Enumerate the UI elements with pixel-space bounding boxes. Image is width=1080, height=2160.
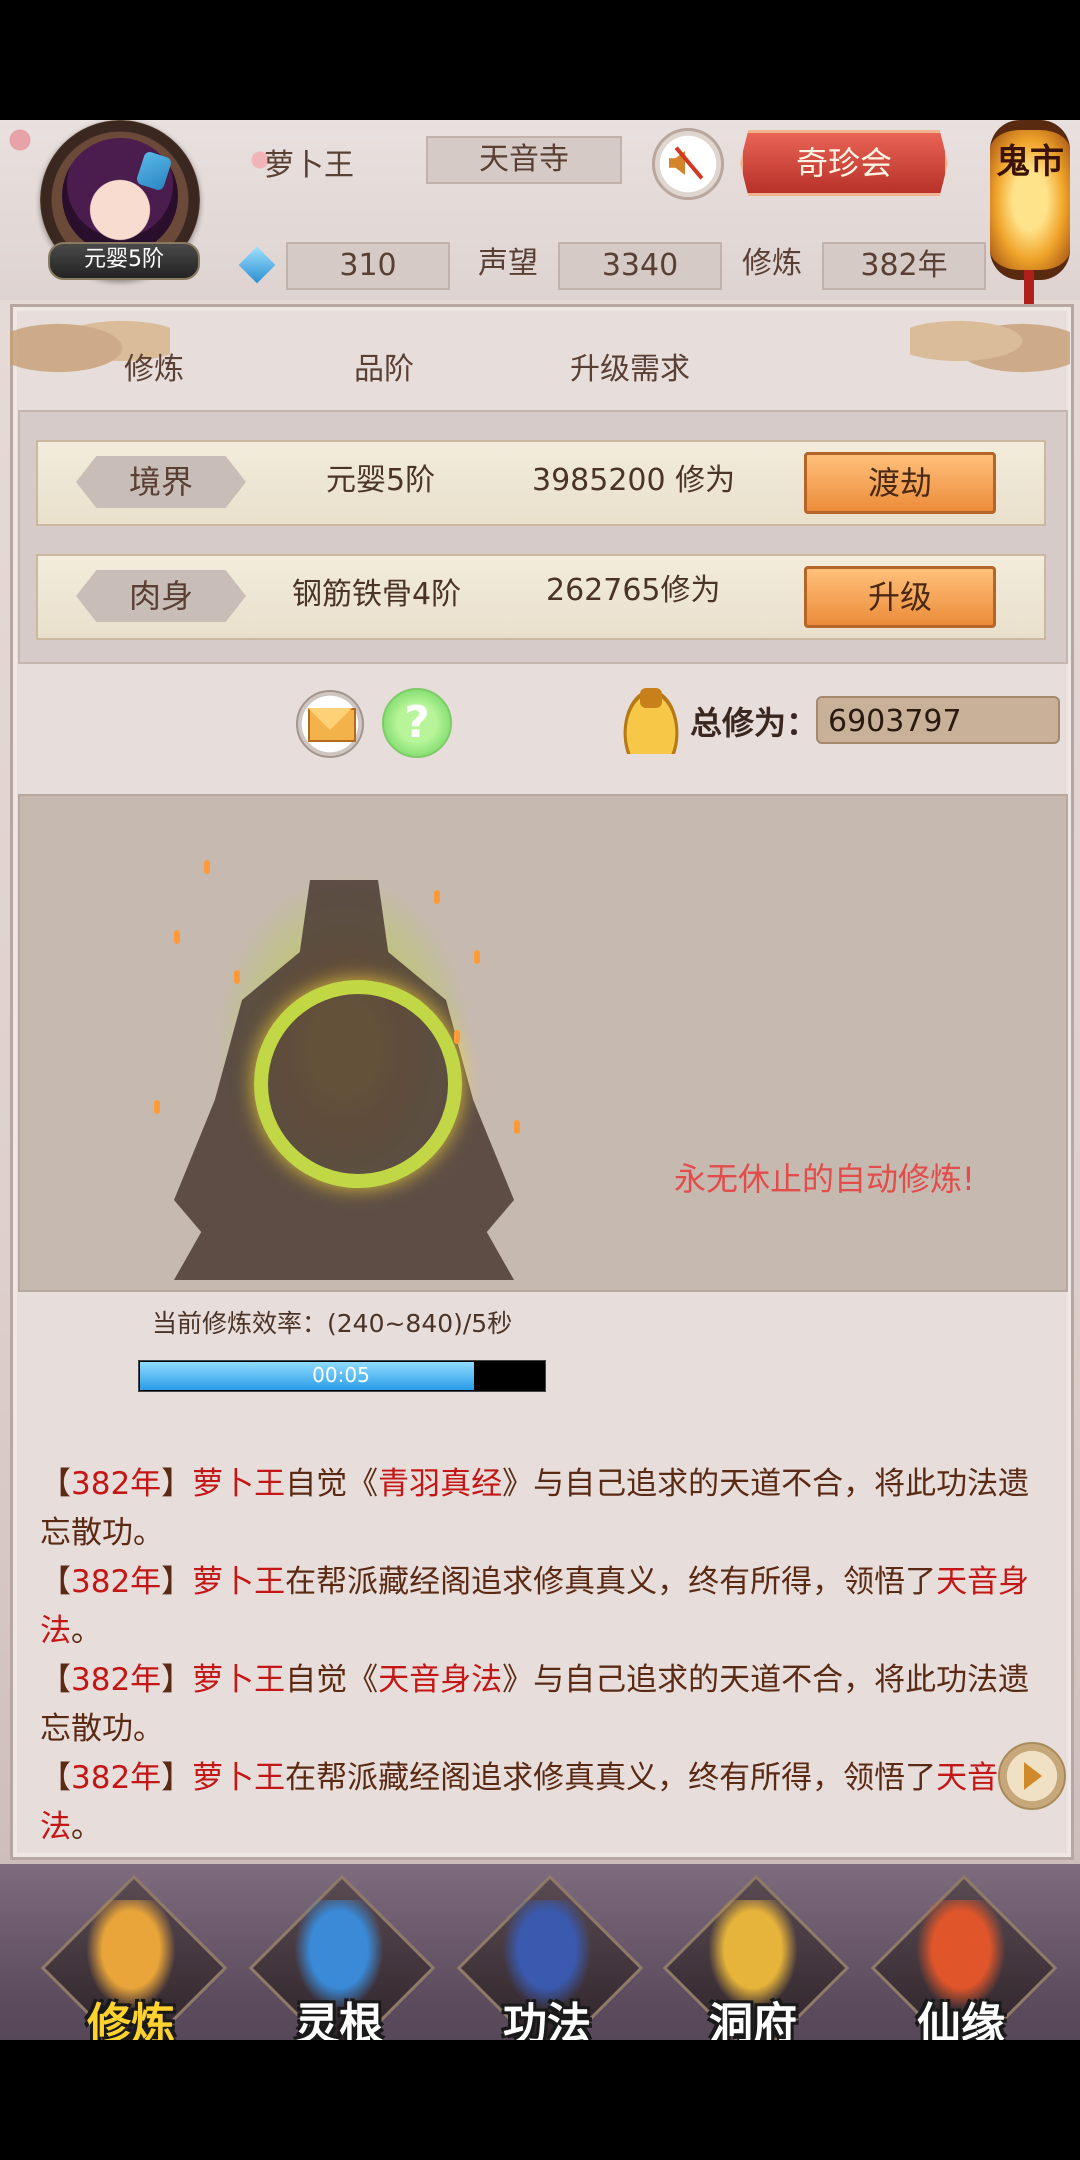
log-bracket: 【	[40, 1466, 71, 1502]
log-player-name: 萝卜王	[192, 1466, 286, 1502]
mail-button[interactable]	[296, 690, 364, 758]
realm-tag: 境界	[76, 456, 246, 508]
event-log: 【382年】萝卜王自觉《青羽真经》与自己追求的天道不合，将此功法遗忘散功。 【3…	[40, 1460, 1030, 1852]
body-grade: 钢筋铁骨4阶	[292, 577, 462, 612]
log-player-name: 萝卜王	[192, 1760, 286, 1796]
total-cultivation-label: 总修为：	[690, 704, 819, 742]
upgrade-button[interactable]: 升级	[804, 566, 996, 628]
log-technique: 天音身法	[378, 1662, 503, 1698]
nav-cave-dwelling[interactable]: 洞府	[662, 1874, 850, 2040]
realm-grade: 元婴5阶	[326, 463, 436, 498]
nav-label: 仙缘	[917, 1999, 1005, 2040]
log-bracket: 【	[40, 1564, 71, 1600]
sect-name: 天音寺	[426, 136, 622, 184]
rank-badge: 元婴5阶	[48, 242, 200, 280]
nav-label: 灵根	[295, 1999, 383, 2040]
spark	[434, 890, 440, 904]
player-name: 萝卜王	[264, 148, 354, 183]
column-header-requirement: 升级需求	[570, 352, 690, 387]
log-bracket: 】	[161, 1564, 193, 1600]
spark	[204, 860, 210, 874]
timer-text: 00:05	[312, 1363, 370, 1387]
log-text: 在帮派藏经阁追求修真真义，终有所得，领悟了	[285, 1760, 937, 1796]
body-tag: 肉身	[76, 570, 246, 622]
arrow-right-icon	[1024, 1762, 1042, 1790]
log-year: 382年	[71, 1564, 162, 1600]
log-entry: 【382年】萝卜王在帮派藏经阁追求修真真义，终有所得，领悟了天音心法。	[40, 1754, 1030, 1852]
log-bracket: 】	[161, 1760, 193, 1796]
nav-techniques[interactable]: 功法	[456, 1874, 644, 2040]
cultivation-label: 修炼	[742, 246, 802, 281]
spark	[234, 970, 240, 984]
nav-spirit-root[interactable]: 灵根	[248, 1874, 436, 2040]
body-requirement: 262765修为	[546, 573, 721, 608]
column-header-cultivation: 修炼	[124, 352, 184, 387]
log-text: 自觉《	[285, 1662, 379, 1698]
nav-label: 功法	[503, 1999, 591, 2040]
spark	[514, 1120, 520, 1134]
meditating-figure	[134, 820, 554, 1290]
question-mark-icon: ?	[404, 697, 430, 748]
gem-count: 310	[286, 242, 450, 290]
reputation-value: 3340	[558, 242, 722, 290]
game-screen: 元婴5阶 萝卜王 天音寺 奇珍会 鬼市 310 声望 3340 修炼 382年 …	[0, 120, 1080, 2040]
cultivation-years: 382年	[822, 242, 986, 290]
next-page-button[interactable]	[998, 1742, 1066, 1810]
total-cultivation-value: 6903797	[816, 696, 1060, 744]
log-entry: 【382年】萝卜王在帮派藏经阁追求修真真义，终有所得，领悟了天音身法。	[40, 1558, 1030, 1656]
spark	[174, 930, 180, 944]
spark	[474, 950, 480, 964]
nav-label: 洞府	[709, 1999, 797, 2040]
log-bracket: 】	[161, 1466, 193, 1502]
log-bracket: 】	[161, 1662, 193, 1698]
log-entry: 【382年】萝卜王自觉《青羽真经》与自己追求的天道不合，将此功法遗忘散功。	[40, 1460, 1030, 1558]
log-text: 在帮派藏经阁追求修真真义，终有所得，领悟了	[285, 1564, 937, 1600]
nav-fate[interactable]: 仙缘	[870, 1874, 1058, 2040]
bag-tie	[640, 688, 662, 708]
treasure-fair-button[interactable]: 奇珍会	[740, 130, 948, 196]
log-text: 自觉《	[285, 1466, 379, 1502]
nav-cultivation[interactable]: 修炼	[40, 1874, 228, 2040]
log-bracket: 【	[40, 1662, 71, 1698]
energy-ring	[254, 980, 462, 1188]
cloud-ornament-right	[910, 306, 1070, 376]
log-player-name: 萝卜王	[192, 1662, 286, 1698]
cultivation-efficiency: 当前修炼效率：(240~840)/5秒	[152, 1309, 513, 1338]
auto-cultivation-text: 永无休止的自动修炼!	[674, 1160, 975, 1198]
column-header-grade: 品阶	[354, 352, 414, 387]
money-bag-icon	[620, 684, 682, 754]
tribulation-button[interactable]: 渡劫	[804, 452, 996, 514]
log-technique: 青羽真经	[378, 1466, 503, 1502]
log-text: 。	[71, 1809, 102, 1845]
log-entry: 【382年】萝卜王自觉《天音身法》与自己追求的天道不合，将此功法遗忘散功。	[40, 1656, 1030, 1754]
reputation-label: 声望	[478, 246, 538, 281]
log-year: 382年	[71, 1466, 162, 1502]
nav-label: 修炼	[87, 1999, 175, 2040]
spark	[454, 1030, 460, 1044]
ghost-market-label: 鬼市	[996, 142, 1064, 182]
log-year: 382年	[71, 1760, 162, 1796]
spark	[154, 1100, 160, 1114]
realm-requirement: 3985200 修为	[532, 463, 736, 498]
mute-button[interactable]	[652, 128, 724, 200]
log-bracket: 【	[40, 1760, 71, 1796]
log-text: 。	[71, 1613, 102, 1649]
log-year: 382年	[71, 1662, 162, 1698]
log-player-name: 萝卜王	[192, 1564, 286, 1600]
help-button[interactable]: ?	[382, 688, 452, 758]
